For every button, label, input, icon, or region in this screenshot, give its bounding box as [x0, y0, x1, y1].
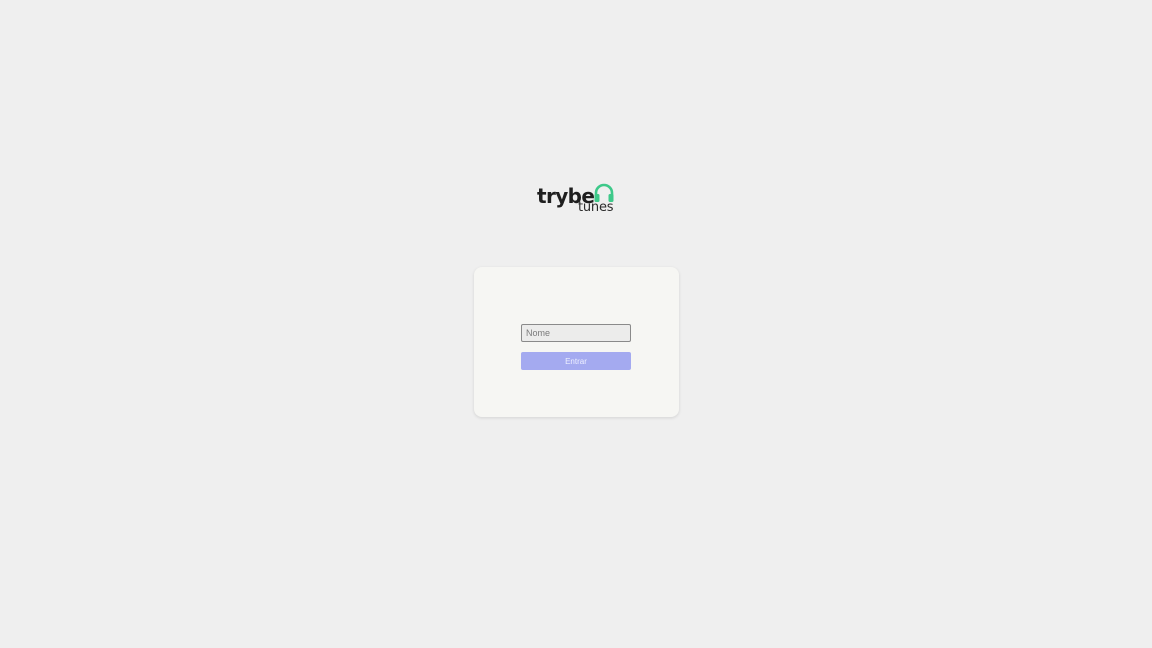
name-input[interactable]	[521, 324, 631, 342]
trybe-tunes-logo: trybe tunes	[536, 182, 620, 218]
login-card: Entrar	[474, 267, 679, 417]
enter-button[interactable]: Entrar	[521, 352, 631, 370]
logo-subtitle: tunes	[578, 200, 614, 215]
login-page: trybe tunes Entrar	[0, 0, 1152, 648]
